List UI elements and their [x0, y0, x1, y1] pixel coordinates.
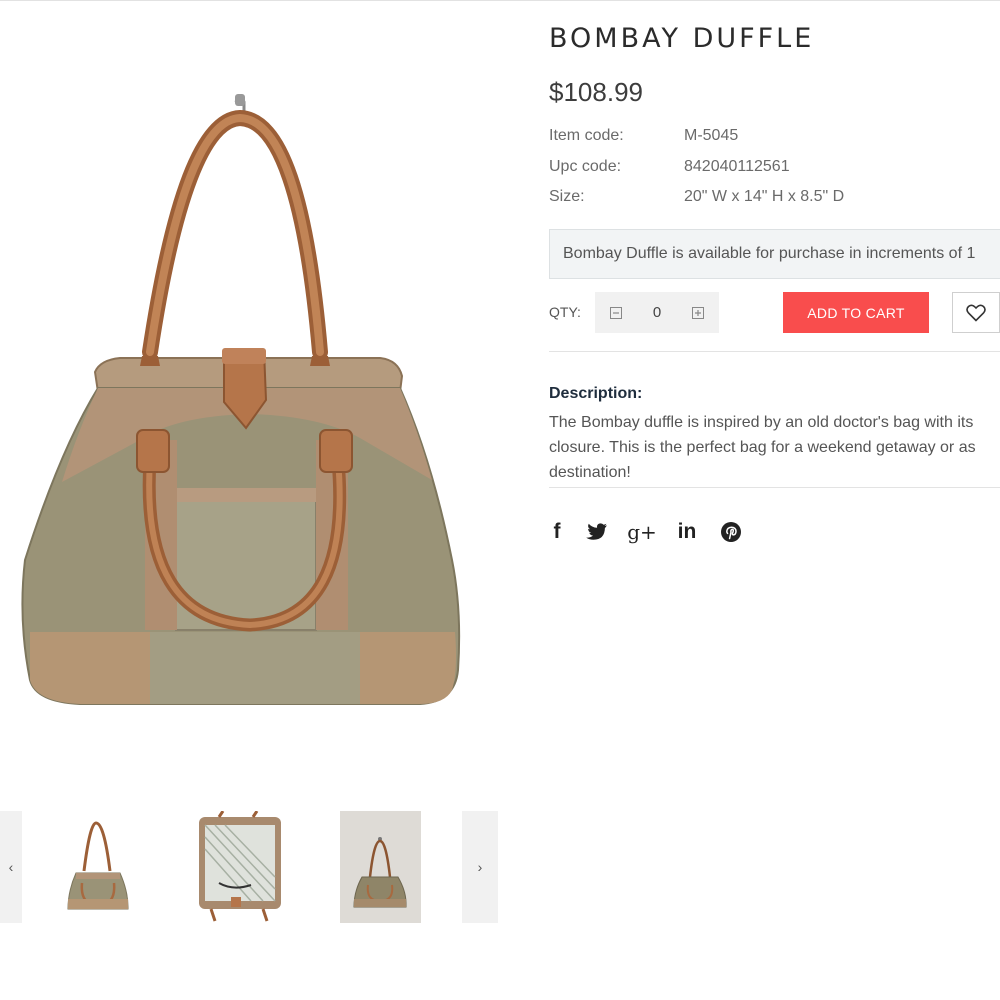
pinterest-share-button[interactable] — [717, 518, 745, 546]
facebook-icon: f — [553, 520, 561, 543]
wishlist-button[interactable] — [952, 292, 1000, 333]
plus-square-icon — [692, 306, 704, 319]
heart-icon — [966, 304, 986, 322]
description-line: closure. This is the perfect bag for a w… — [549, 439, 976, 456]
googleplus-share-button[interactable]: g+ — [627, 518, 657, 546]
size-value: 20" W x 14" H x 8.5" D — [684, 188, 845, 205]
size-label: Size: — [549, 188, 585, 205]
chevron-left-icon: ‹ — [8, 859, 14, 875]
qty-increase-button[interactable] — [679, 292, 717, 333]
purchase-increment-notice: Bombay Duffle is available for purchase … — [549, 229, 1000, 279]
item-code-value: M-5045 — [684, 127, 739, 144]
upc-code-value: 842040112561 — [684, 158, 790, 175]
section-divider — [549, 351, 1000, 352]
thumbnail-bag-open-image — [193, 811, 283, 923]
chevron-right-icon: › — [477, 859, 483, 875]
quantity-stepper — [595, 292, 719, 333]
linkedin-icon: in — [677, 520, 697, 543]
upc-code-label: Upc code: — [549, 158, 622, 175]
description-divider — [549, 487, 1000, 488]
qty-decrease-button[interactable] — [597, 292, 635, 333]
thumbnail-bag-front-image — [58, 811, 138, 923]
top-divider — [0, 0, 1000, 1]
qty-input[interactable] — [635, 292, 679, 333]
product-title: BOMBAY DUFFLE — [549, 23, 815, 54]
qty-label: QTY: — [549, 304, 581, 320]
linkedin-share-button[interactable]: in — [673, 518, 701, 546]
thumbnail-3[interactable] — [340, 811, 421, 923]
minus-square-icon — [610, 306, 622, 319]
carousel-prev-button[interactable]: ‹ — [0, 811, 22, 923]
pinterest-icon — [721, 522, 741, 542]
product-price: $108.99 — [549, 77, 643, 107]
twitter-icon — [586, 523, 607, 540]
description-heading: Description: — [549, 385, 643, 402]
carousel-next-button[interactable]: › — [462, 811, 498, 923]
description-line: destination! — [549, 464, 631, 481]
duffle-bag-illustration — [21, 94, 461, 705]
item-code-label: Item code: — [549, 127, 624, 144]
product-main-image[interactable] — [0, 20, 520, 785]
thumbnail-carousel: ‹ › — [0, 811, 500, 923]
thumbnail-bag-hanging-image — [340, 811, 421, 923]
description-line: The Bombay duffle is inspired by an old … — [549, 414, 974, 431]
thumbnail-2[interactable] — [193, 811, 283, 923]
googleplus-icon: g+ — [627, 520, 657, 544]
add-to-cart-button[interactable]: ADD TO CART — [783, 292, 929, 333]
twitter-share-button[interactable] — [583, 518, 611, 546]
thumbnail-1[interactable] — [58, 811, 138, 923]
facebook-share-button[interactable]: f — [543, 518, 571, 546]
